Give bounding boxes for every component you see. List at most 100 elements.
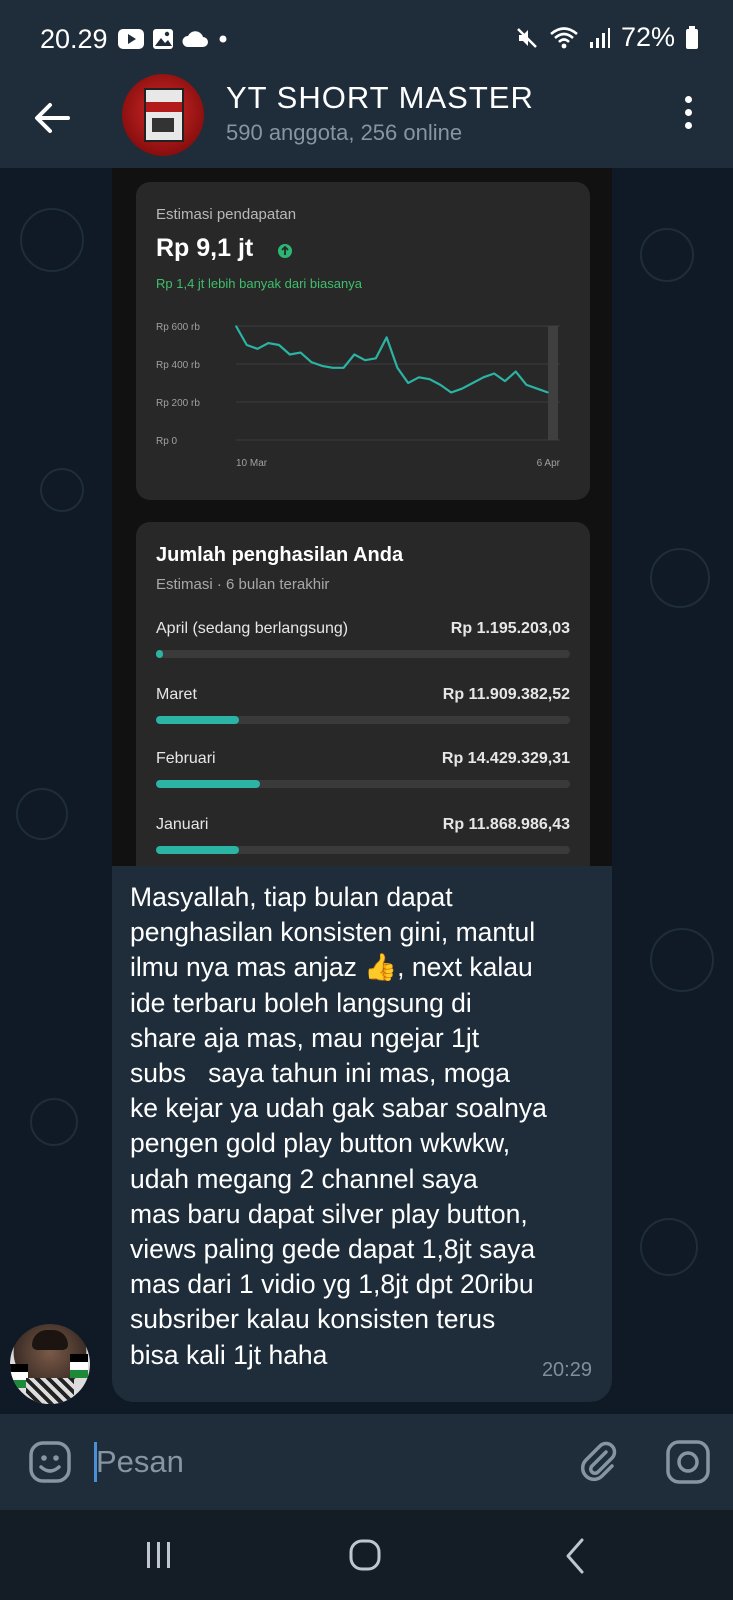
earnings-progress-track — [156, 846, 570, 854]
data-point — [461, 387, 463, 390]
message-time: 20:29 — [541, 1359, 592, 1381]
data-point — [439, 384, 442, 386]
earnings-amount: Rp 14.429.329,31 — [441, 750, 570, 767]
message-input-bar: Pesan — [0, 1414, 733, 1510]
data-point — [396, 367, 399, 369]
earnings-subtitle: Estimasi · 6 bulan terakhir — [156, 576, 330, 593]
earnings-progress-fill — [156, 716, 239, 724]
wifi-icon — [550, 26, 578, 48]
data-point — [525, 384, 528, 386]
data-point — [267, 342, 270, 344]
back-arrow-icon[interactable] — [30, 96, 74, 140]
clock: 20.29 — [40, 24, 108, 54]
revenue-label: Estimasi pendapatan — [156, 206, 297, 223]
signal-icon — [589, 27, 610, 48]
emoji-icon[interactable] — [28, 1440, 72, 1484]
data-point — [428, 378, 431, 380]
status-bar: 20.29 72% — [0, 0, 733, 78]
group-avatar[interactable] — [122, 74, 204, 156]
earnings-month: Februari — [156, 750, 216, 767]
earnings-amount: Rp 11.909.382,52 — [442, 686, 570, 703]
attach-icon[interactable] — [576, 1438, 622, 1484]
y-tick-label: Rp 200 rb — [156, 398, 200, 409]
system-nav-bar — [0, 1510, 733, 1600]
message-text: Masyallah, tiap bulan dapat penghasilan … — [130, 882, 547, 1370]
revenue-estimate-card: Estimasi pendapatan Rp 9,1 jt Rp 1,4 jt … — [136, 182, 590, 500]
earnings-progress-track — [156, 650, 570, 658]
recent-apps-icon[interactable] — [144, 1540, 174, 1570]
data-point — [504, 380, 506, 382]
y-tick-label: Rp 400 rb — [156, 360, 200, 371]
doodle — [640, 228, 694, 282]
camera-icon[interactable] — [664, 1438, 712, 1486]
earnings-progress-fill — [156, 780, 260, 788]
message-bubble[interactable]: Masyallah, tiap bulan dapat penghasilan … — [112, 866, 612, 1402]
doodle — [650, 548, 710, 608]
mute-icon — [517, 27, 537, 48]
earnings-progress-fill — [156, 650, 164, 658]
home-icon[interactable] — [348, 1538, 382, 1572]
data-point — [256, 348, 259, 350]
data-point — [375, 357, 377, 360]
data-point — [493, 372, 496, 375]
doodle — [16, 788, 68, 840]
system-icons: 72% — [515, 22, 699, 53]
earnings-progress-track — [156, 716, 570, 724]
x-tick-label: 6 Apr — [537, 458, 561, 469]
y-tick-label: Rp 0 — [156, 436, 178, 447]
dot-icon — [219, 35, 227, 43]
notification-icons — [118, 28, 230, 50]
battery-percent: 72% — [620, 22, 675, 52]
data-point — [482, 376, 485, 379]
data-point — [342, 367, 345, 369]
youtube-icon — [118, 29, 144, 49]
earnings-amount: Rp 11.868.986,43 — [442, 816, 570, 833]
data-point — [385, 336, 388, 339]
message-input[interactable]: Pesan — [96, 1444, 184, 1480]
earnings-progress-fill — [156, 846, 239, 854]
doodle — [30, 1098, 78, 1146]
earnings-month: Maret — [156, 686, 197, 703]
data-point — [310, 361, 313, 363]
x-tick-label: 10 Mar — [236, 458, 268, 469]
data-point — [547, 391, 549, 394]
earnings-month: Januari — [156, 816, 209, 833]
doodle — [640, 1218, 698, 1276]
earnings-amount: Rp 1.195.203,03 — [450, 620, 570, 637]
data-point — [450, 391, 452, 394]
revenue-line-chart: Rp 600 rb Rp 400 rb Rp 200 rb Rp 0 10 Mar 6 A… — [156, 322, 561, 469]
doodle — [40, 468, 84, 512]
series-line — [235, 325, 549, 394]
data-point — [536, 387, 539, 390]
data-point — [332, 367, 334, 369]
group-subtitle: 590 anggota, 256 online — [226, 120, 463, 145]
gallery-icon — [153, 29, 173, 49]
data-point — [299, 351, 302, 354]
y-tick-label: Rp 600 rb — [156, 322, 200, 333]
image-message[interactable]: Estimasi pendapatan Rp 9,1 jt Rp 1,4 jt … — [112, 168, 612, 866]
data-point — [353, 353, 356, 356]
sender-avatar[interactable] — [10, 1324, 90, 1404]
data-point — [514, 370, 517, 373]
doodle — [20, 208, 84, 272]
data-point — [407, 382, 409, 384]
earnings-month: April (sedang berlangsung) — [156, 620, 349, 637]
earnings-progress-track — [156, 780, 570, 788]
cloud-icon — [182, 31, 208, 47]
data-point — [245, 344, 248, 346]
arrow-up-icon — [278, 244, 292, 258]
chart-highlight-band — [548, 326, 558, 440]
data-point — [278, 344, 280, 346]
data-point — [364, 359, 366, 361]
data-point — [418, 376, 420, 379]
more-vert-icon[interactable] — [683, 96, 693, 132]
chat-header: YT SHORT MASTER 590 anggota, 256 online — [0, 74, 733, 168]
data-point — [288, 353, 291, 356]
doodle — [650, 928, 714, 992]
battery-icon — [686, 25, 698, 49]
revenue-amount: Rp 9,1 jt — [156, 234, 254, 262]
data-point — [235, 325, 237, 327]
group-title[interactable]: YT SHORT MASTER — [226, 80, 534, 116]
back-icon[interactable] — [560, 1536, 590, 1576]
data-point — [471, 382, 474, 384]
